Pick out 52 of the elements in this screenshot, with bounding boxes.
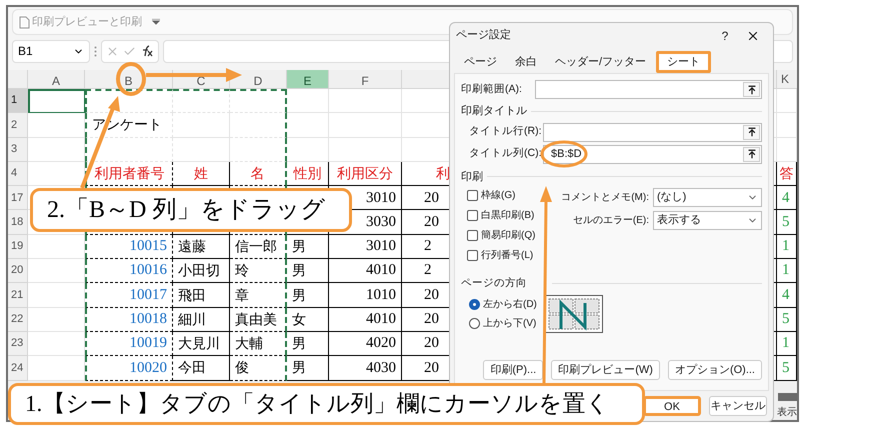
table-cell: 1010: [329, 283, 402, 308]
checkbox-label: 枠線(G): [481, 188, 516, 203]
field-label: セルのエラー(E):: [572, 214, 650, 228]
table-cell: 4: [777, 186, 797, 210]
table-cell: 信一郎: [230, 234, 287, 260]
table-cell: 4020: [329, 332, 402, 356]
table-cell: 男: [287, 234, 329, 260]
radio-label: 上から下(V): [483, 316, 536, 331]
table-cell: 4010: [329, 308, 402, 332]
table-cell: 章: [230, 283, 287, 308]
dialog-title: ページ設定: [456, 28, 512, 44]
table-cell: 男: [287, 283, 329, 308]
table-cell: 1: [777, 259, 797, 284]
table-cell: 姓: [173, 162, 230, 186]
table-cell: 10015: [85, 234, 173, 260]
table-cell: 1: [777, 332, 797, 356]
table-cell: 遠藤: [173, 234, 230, 260]
table-cell: 利用者番号: [85, 162, 173, 186]
table-cell: 答: [777, 162, 797, 186]
callout: 2.「B～D 列」をドラッグ: [30, 188, 352, 232]
table-cell: 10018: [85, 308, 173, 332]
table-cell: 玲: [230, 259, 287, 284]
table-cell: 男: [287, 259, 329, 284]
table-cell: 細川: [173, 308, 230, 332]
table-cell: 女: [287, 308, 329, 332]
callout: 1.【シート】タブの「タイトル列」欄にカーソルを置く: [8, 383, 645, 425]
table-cell: 飛田: [173, 283, 230, 308]
table-cell: 5: [777, 308, 797, 332]
table-cell: 真由美: [230, 308, 287, 332]
status-text: 表示: [777, 406, 797, 420]
table-cell: 大見川: [173, 332, 230, 356]
table-cell: 3010: [329, 234, 402, 260]
table-cell: 4: [777, 283, 797, 308]
table-cell: 1: [777, 234, 797, 260]
section-heading: 印刷: [461, 170, 483, 184]
field-label: コメントとメモ(M):: [560, 191, 650, 205]
table-cell: 5: [777, 210, 797, 235]
field-label: 印刷範囲(A):: [461, 82, 523, 97]
checkbox-label: 白黒印刷(B): [481, 208, 534, 223]
table-cell: 大輔: [230, 332, 287, 356]
field-label: タイトル列(C):: [469, 146, 539, 162]
field-label: タイトル行(R):: [469, 124, 539, 140]
table-cell: 性別: [287, 162, 329, 186]
table-cell: 4010: [329, 259, 402, 284]
table-cell: 男: [287, 332, 329, 356]
table-cell: 10017: [85, 283, 173, 308]
section-heading: 印刷タイトル: [461, 104, 527, 119]
table-cell: 10019: [85, 332, 173, 356]
table-cell: 利用区分: [329, 162, 402, 186]
table-cell: 名: [230, 162, 287, 186]
table-cell: 10016: [85, 259, 173, 284]
table-cell: 小田切: [173, 259, 230, 284]
